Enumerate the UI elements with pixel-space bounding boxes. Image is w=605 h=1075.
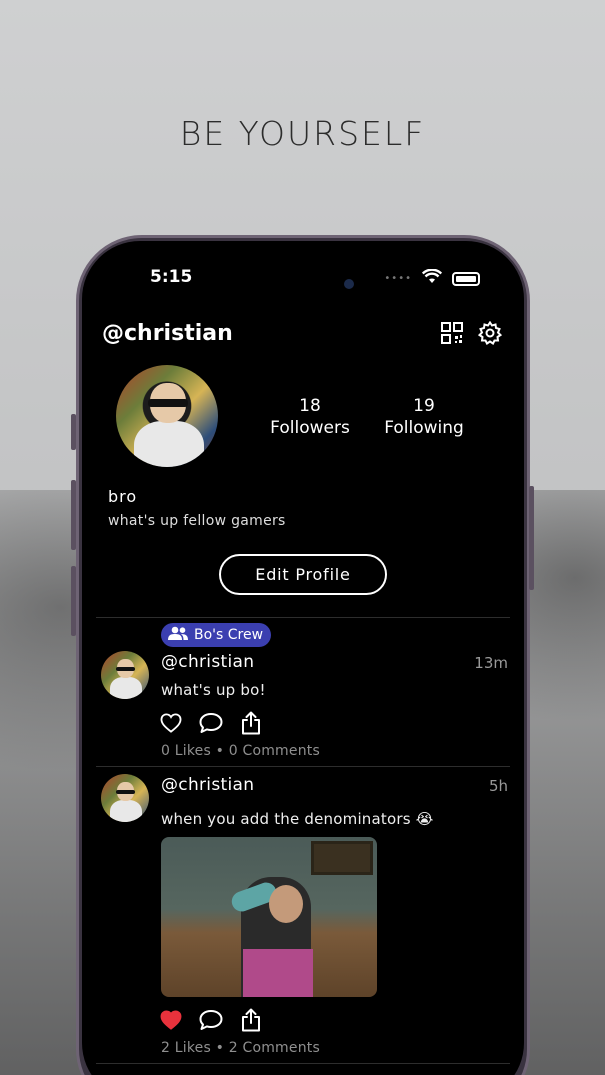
post-timestamp: 13m — [474, 654, 508, 672]
wifi-icon — [421, 268, 443, 288]
post-counts: 2 Likes • 2 Comments — [161, 1040, 320, 1056]
status-indicators: •••• — [384, 268, 480, 288]
post-username[interactable]: @christian — [161, 652, 254, 672]
followers-count: 18 — [299, 396, 321, 416]
edit-profile-button[interactable]: Edit Profile — [219, 554, 387, 595]
group-name: Bo's Crew — [194, 627, 264, 643]
profile-avatar[interactable] — [116, 365, 218, 467]
profile-handle: @christian — [102, 321, 233, 346]
post-avatar[interactable] — [101, 651, 149, 699]
comment-icon[interactable] — [199, 1008, 223, 1032]
comment-icon[interactable] — [199, 711, 223, 735]
group-icon — [167, 626, 189, 644]
side-button — [71, 566, 76, 636]
following-label: Following — [384, 418, 464, 438]
share-icon[interactable] — [239, 1008, 263, 1032]
heart-icon[interactable] — [159, 711, 183, 735]
status-time: 5:15 — [150, 267, 193, 287]
post-text: when you add the denominators 😭 — [161, 810, 434, 828]
post-username[interactable]: @christian — [161, 775, 254, 795]
qr-code-icon[interactable] — [440, 321, 464, 345]
share-icon[interactable] — [239, 711, 263, 735]
post-item: Bo's Crew @christian 13m what's up bo! 0… — [82, 617, 524, 767]
headline: BE YOURSELF — [179, 114, 426, 153]
heart-filled-icon[interactable] — [159, 1008, 183, 1032]
following-count: 19 — [413, 396, 435, 416]
signal-icon: •••• — [384, 273, 412, 284]
status-bar: 5:15 •••• — [82, 267, 524, 289]
side-button — [71, 414, 76, 450]
post-gif-image[interactable] — [161, 837, 377, 997]
gear-icon[interactable] — [478, 321, 502, 345]
post-item: @christian 5h when you add the denominat… — [82, 766, 524, 1066]
following-stat[interactable]: 19 Following — [374, 395, 474, 439]
group-badge[interactable]: Bo's Crew — [161, 623, 272, 647]
side-button — [71, 480, 76, 550]
bio-text: what's up fellow gamers — [108, 513, 286, 529]
followers-label: Followers — [270, 418, 350, 438]
phone-screen: 5:15 •••• @christian 18 Followers 19 Fol… — [82, 241, 524, 1075]
divider — [96, 1063, 510, 1064]
top-actions — [440, 321, 502, 345]
post-counts: 0 Likes • 0 Comments — [161, 743, 320, 759]
post-timestamp: 5h — [488, 777, 508, 795]
battery-icon — [452, 271, 480, 286]
bio-name: bro — [108, 487, 138, 506]
post-avatar[interactable] — [101, 774, 149, 822]
followers-stat[interactable]: 18 Followers — [260, 395, 360, 439]
post-actions — [159, 1008, 263, 1032]
side-button — [529, 486, 534, 590]
camera-dot — [344, 279, 354, 289]
post-actions — [159, 711, 263, 735]
post-text: what's up bo! — [161, 681, 266, 699]
